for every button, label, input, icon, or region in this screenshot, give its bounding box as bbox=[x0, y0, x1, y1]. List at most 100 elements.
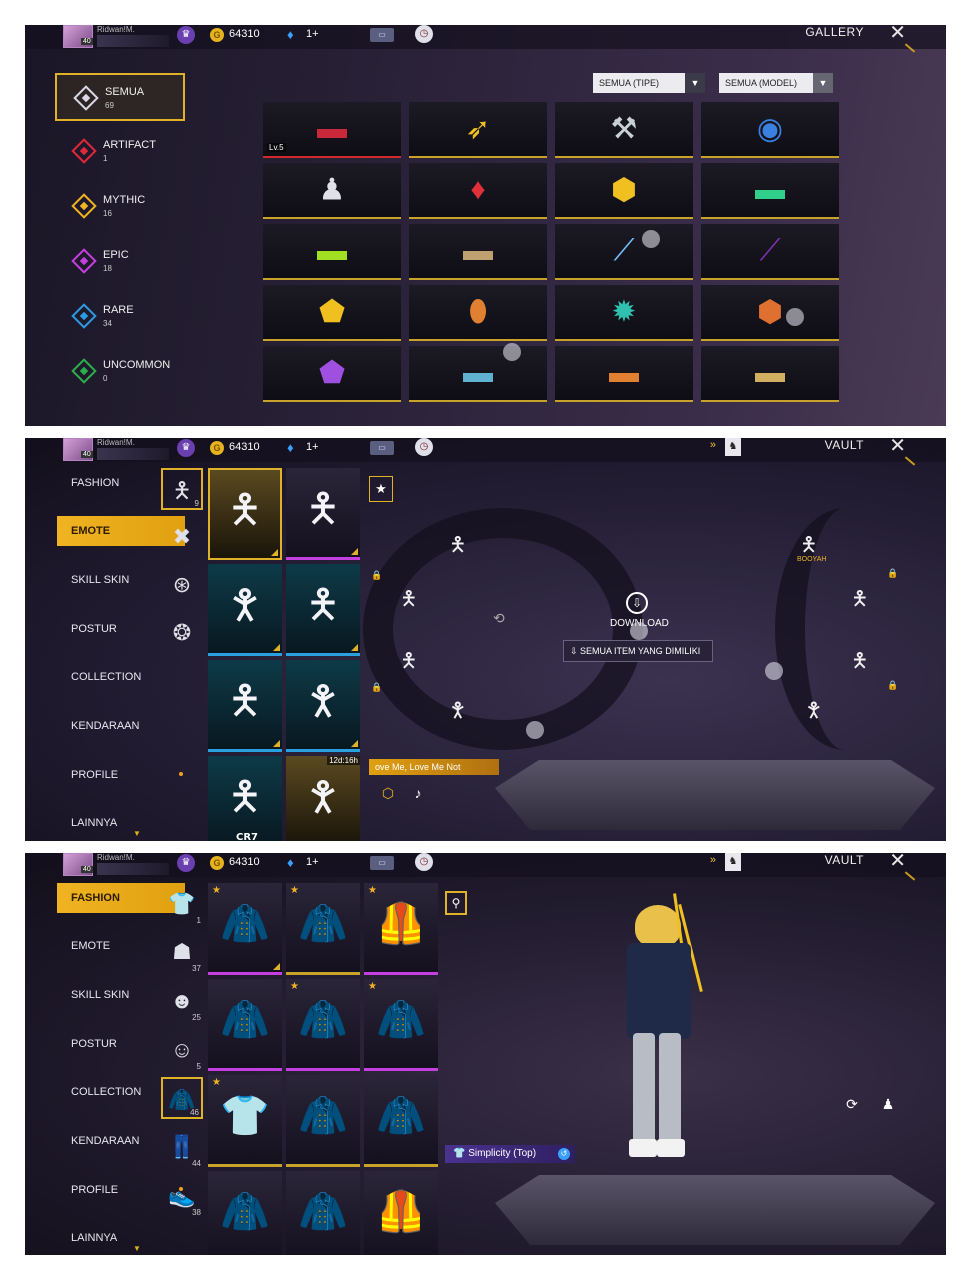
pass-icon[interactable]: ▭ bbox=[370, 856, 394, 870]
subtab-head-icon[interactable]: ☗ 37 bbox=[161, 931, 203, 973]
gallery-item-tile[interactable]: ▬ bbox=[701, 346, 839, 402]
gallery-item-tile[interactable]: ▬ bbox=[701, 163, 839, 219]
outfit-tile[interactable]: ★ 👕 bbox=[208, 1075, 282, 1167]
event-clock-icon[interactable]: ◷ bbox=[415, 438, 433, 456]
outfit-tile[interactable]: 🧥 bbox=[364, 1075, 438, 1167]
gallery-item-tile[interactable]: ⟋ bbox=[555, 224, 693, 280]
subtab-emote-group-icon[interactable]: ❂ bbox=[161, 612, 203, 654]
subtab-shoes-icon[interactable]: 👟 38 bbox=[161, 1175, 203, 1217]
character-switch-icon[interactable]: ♞ bbox=[725, 853, 741, 871]
rarity-filter-artifact[interactable]: ARTIFACT 1 bbox=[55, 128, 185, 176]
wheel-emote-icon[interactable]: 🯅 bbox=[400, 646, 418, 680]
diamond-count[interactable]: 1+ bbox=[306, 28, 319, 40]
gallery-item-tile[interactable]: ⬢ bbox=[701, 285, 839, 341]
outfit-tile[interactable]: ★ 🦺 bbox=[364, 883, 438, 975]
rarity-filter-uncommon[interactable]: UNCOMMON 0 bbox=[55, 348, 185, 396]
category-collection[interactable]: COLLECTION bbox=[57, 662, 185, 692]
emote-tile[interactable]: 🯆 bbox=[208, 564, 282, 656]
music-emote-icon[interactable]: ♪ bbox=[407, 782, 429, 804]
gallery-item-tile[interactable]: ▬ bbox=[409, 224, 547, 280]
gallery-item-tile[interactable]: ▬ bbox=[409, 346, 547, 402]
diamond-count[interactable]: 1+ bbox=[306, 856, 319, 868]
event-clock-icon[interactable]: ◷ bbox=[415, 25, 433, 43]
rotate-icon[interactable]: ⟲ bbox=[493, 610, 505, 627]
outfit-tile[interactable]: ★ 🧥 bbox=[208, 883, 282, 975]
close-icon[interactable]: ✕ bbox=[889, 438, 906, 456]
outfit-tile[interactable]: 🧥 bbox=[208, 1171, 282, 1255]
rarity-filter-rare[interactable]: RARE 34 bbox=[55, 293, 185, 341]
wheel-emote-icon[interactable]: 🯆 bbox=[805, 696, 823, 730]
gallery-item-tile[interactable]: ♦ bbox=[409, 163, 547, 219]
category-lainnya[interactable]: LAINNYA bbox=[57, 1223, 185, 1253]
diamond-count[interactable]: 1+ bbox=[306, 441, 319, 453]
outfit-tile[interactable]: 🦺 bbox=[364, 1171, 438, 1255]
gallery-item-tile[interactable]: ♟ bbox=[263, 163, 401, 219]
wheel-emote-icon[interactable]: 🯅 bbox=[400, 584, 418, 618]
emote-tile[interactable]: 🯆 bbox=[286, 660, 360, 752]
rarity-filter-mythic[interactable]: MYTHIC 16 bbox=[55, 183, 185, 231]
subtab-face-icon[interactable]: ☺ 5 bbox=[161, 1029, 203, 1071]
model-filter-dropdown[interactable]: SEMUA (MODEL) ▼ bbox=[719, 73, 833, 93]
emote-type-icon[interactable]: ⬡ bbox=[377, 782, 399, 804]
emote-tile[interactable]: 🯅 CR7 bbox=[208, 756, 282, 841]
gallery-item-tile[interactable]: ➶ bbox=[409, 102, 547, 158]
close-icon[interactable]: ✕ bbox=[889, 25, 906, 43]
gallery-item-tile[interactable]: ◉ bbox=[701, 102, 839, 158]
category-kendaraan[interactable]: KENDARAAN bbox=[57, 711, 185, 741]
wheel-emote-icon[interactable]: 🯅 bbox=[851, 646, 869, 680]
gallery-item-tile[interactable]: ⚒ bbox=[555, 102, 693, 158]
gallery-item-tile[interactable]: ▬ bbox=[263, 224, 401, 280]
category-profile[interactable]: PROFILE bbox=[57, 760, 185, 790]
subtab-emote-action-icon[interactable]: ✖ bbox=[161, 516, 203, 558]
favorite-star-button[interactable]: ★ bbox=[369, 476, 393, 502]
subtab-bottom-icon[interactable]: 👖 44 bbox=[161, 1126, 203, 1168]
event-clock-icon[interactable]: ◷ bbox=[415, 853, 433, 871]
double-chevron-icon[interactable]: » bbox=[710, 854, 716, 866]
emote-tile[interactable]: 🯅 bbox=[208, 468, 282, 560]
subtab-mask-icon[interactable]: ☻ 25 bbox=[161, 980, 203, 1022]
outfit-tile[interactable]: 🧥 bbox=[286, 1171, 360, 1255]
emote-tile[interactable]: 12d:16h 🯆 bbox=[286, 756, 360, 841]
rarity-filter-all[interactable]: SEMUA 69 bbox=[55, 73, 185, 121]
mannequin-toggle-icon[interactable]: ⚲ bbox=[445, 891, 467, 915]
rarity-filter-epic[interactable]: EPIC 18 bbox=[55, 238, 185, 286]
rotate-view-icon[interactable]: ⟳ bbox=[841, 1093, 863, 1115]
outfit-tile[interactable]: 🧥 bbox=[286, 1075, 360, 1167]
gallery-item-tile[interactable]: ⬟ bbox=[263, 285, 401, 341]
wheel-emote-icon[interactable]: 🯆 bbox=[449, 696, 467, 730]
subtab-set-icon[interactable]: 👕 1 bbox=[161, 883, 203, 925]
prime-icon[interactable]: ♛ bbox=[177, 26, 195, 44]
outfit-tile[interactable]: 🧥 bbox=[208, 979, 282, 1071]
gallery-item-tile[interactable]: ✹ bbox=[555, 285, 693, 341]
prime-icon[interactable]: ♛ bbox=[177, 854, 195, 872]
outfit-tile[interactable]: ★ 🧥 bbox=[286, 979, 360, 1071]
gallery-item-tile[interactable]: ⬢ bbox=[555, 163, 693, 219]
gallery-item-tile[interactable]: ▬ bbox=[555, 346, 693, 402]
gallery-item-tile[interactable]: ⬟ bbox=[263, 346, 401, 402]
selected-outfit-tag[interactable]: 👕 Simplicity (Top) bbox=[445, 1145, 575, 1163]
prime-icon[interactable]: ♛ bbox=[177, 439, 195, 457]
info-icon[interactable]: ↺ bbox=[558, 1148, 570, 1160]
close-icon[interactable]: ✕ bbox=[889, 853, 906, 871]
subtab-top-icon[interactable]: 🧥 46 bbox=[161, 1077, 203, 1119]
subtab-emote-standing[interactable]: 🯅 9 bbox=[161, 468, 203, 510]
emote-tile[interactable]: 🯅 bbox=[208, 660, 282, 752]
gallery-item-tile[interactable]: ⬮ bbox=[409, 285, 547, 341]
download-icon[interactable]: ⇩ bbox=[626, 592, 648, 614]
owned-items-button[interactable]: ⇩ SEMUA ITEM YANG DIMILIKI bbox=[563, 640, 713, 662]
wheel-emote-icon[interactable]: 🯅 bbox=[449, 530, 467, 564]
double-chevron-icon[interactable]: » bbox=[710, 439, 716, 451]
category-lainnya[interactable]: LAINNYA bbox=[57, 808, 185, 838]
character-switch-icon[interactable]: ♞ bbox=[725, 438, 741, 456]
emote-tile[interactable]: 🯅 bbox=[286, 564, 360, 656]
wheel-emote-icon[interactable]: 🯅 bbox=[851, 584, 869, 618]
pass-icon[interactable]: ▭ bbox=[370, 441, 394, 455]
pass-icon[interactable]: ▭ bbox=[370, 28, 394, 42]
subtab-emote-dance-icon[interactable]: ⊛ bbox=[161, 564, 203, 606]
type-filter-dropdown[interactable]: SEMUA (TIPE) ▼ bbox=[593, 73, 705, 93]
character-pose-icon[interactable]: ♟ bbox=[877, 1093, 899, 1115]
outfit-tile[interactable]: ★ 🧥 bbox=[286, 883, 360, 975]
emote-tile[interactable]: 🯅 bbox=[286, 468, 360, 560]
gallery-item-tile[interactable]: ⟋ bbox=[701, 224, 839, 280]
outfit-tile[interactable]: ★ 🧥 bbox=[364, 979, 438, 1071]
